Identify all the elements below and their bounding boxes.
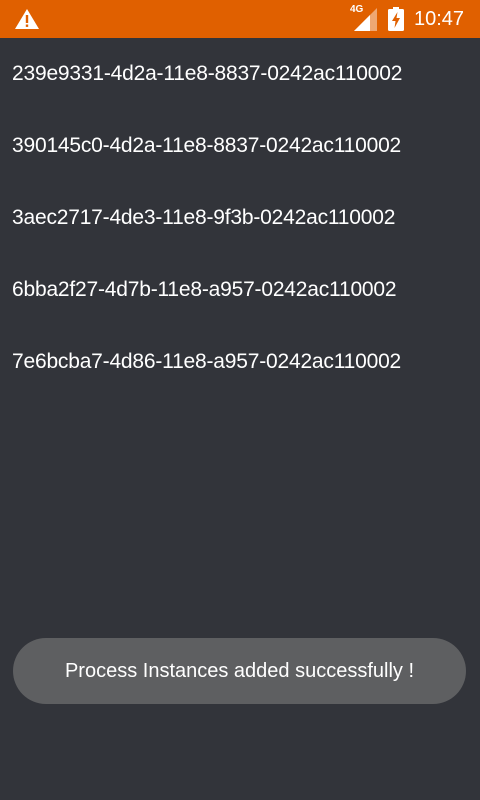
process-instance-list: 239e9331-4d2a-11e8-8837-0242ac110002 390…: [0, 38, 480, 398]
list-item[interactable]: 7e6bcba7-4d86-11e8-a957-0242ac110002: [0, 326, 480, 398]
list-item[interactable]: 390145c0-4d2a-11e8-8837-0242ac110002: [0, 110, 480, 182]
toast-message: Process Instances added successfully !: [13, 638, 466, 704]
status-bar: 4G 10:47: [0, 0, 480, 38]
list-item[interactable]: 6bba2f27-4d7b-11e8-a957-0242ac110002: [0, 254, 480, 326]
network-type-label: 4G: [350, 4, 364, 15]
battery-charging-icon: [388, 7, 404, 31]
list-item[interactable]: 239e9331-4d2a-11e8-8837-0242ac110002: [0, 38, 480, 110]
warning-icon: [15, 9, 39, 29]
status-clock: 10:47: [414, 8, 465, 30]
list-item[interactable]: 3aec2717-4de3-11e8-9f3b-0242ac110002: [0, 182, 480, 254]
